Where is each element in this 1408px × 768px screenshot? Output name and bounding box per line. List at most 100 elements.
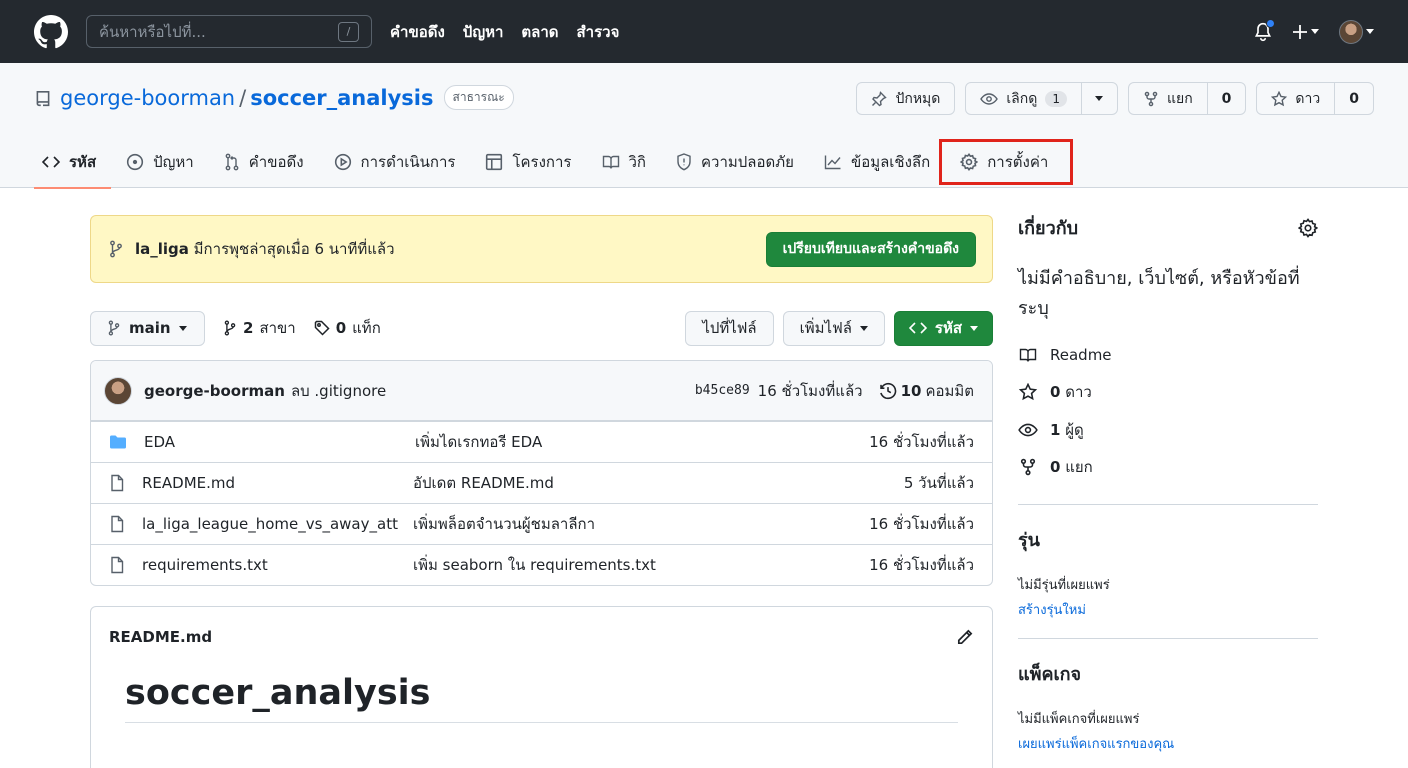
branch-select[interactable]: main bbox=[90, 310, 205, 346]
play-icon bbox=[334, 153, 351, 171]
about-settings-button[interactable] bbox=[1298, 217, 1318, 238]
file-commit-message[interactable]: เพิ่มพล็อตจำนวนผู้ชมลาลีกา bbox=[413, 512, 595, 536]
github-logo-icon[interactable] bbox=[34, 14, 68, 49]
file-commit-time: 16 ชั่วโมงที่แล้ว bbox=[869, 433, 974, 451]
chevron-down-icon bbox=[178, 325, 187, 331]
fork-segment: แยก bbox=[1129, 83, 1207, 114]
file-name[interactable]: la_liga_league_home_vs_away_att... bbox=[142, 515, 399, 533]
gear-icon bbox=[960, 153, 979, 171]
file-actions: ไปที่ไฟล์ เพิ่มไฟล์ รหัส bbox=[685, 310, 993, 346]
add-file-label: เพิ่มไฟล์ bbox=[799, 319, 852, 337]
code-button-label: รหัส bbox=[934, 319, 962, 337]
repo-owner-link[interactable]: george-boorman bbox=[60, 86, 235, 110]
nav-pull-requests[interactable]: คำขอดึง bbox=[390, 20, 445, 44]
avatar bbox=[1339, 19, 1363, 44]
tab-wiki[interactable]: วิกิ bbox=[587, 136, 662, 188]
watch-segment: เลิกดู 1 bbox=[966, 83, 1081, 114]
branches-link[interactable]: 2 สาขา bbox=[223, 316, 296, 340]
commit-author[interactable]: george-boorman bbox=[144, 382, 285, 400]
star-icon bbox=[1271, 90, 1288, 106]
compare-pull-request-button[interactable]: เปรียบเทียบและสร้างคำขอดึง bbox=[765, 231, 976, 267]
star-button[interactable]: ดาว 0 bbox=[1256, 82, 1374, 115]
readme-link[interactable]: Readme bbox=[1018, 336, 1318, 374]
tab-code[interactable]: รหัส bbox=[34, 136, 112, 189]
tab-projects[interactable]: โครงการ bbox=[470, 136, 586, 188]
go-to-file-button[interactable]: ไปที่ไฟล์ bbox=[685, 310, 774, 346]
file-commit-time: 5 วันที่แล้ว bbox=[903, 474, 974, 492]
watch-dropdown[interactable] bbox=[1080, 83, 1117, 114]
issue-icon bbox=[127, 153, 144, 171]
pin-label: ปักหมุด bbox=[895, 90, 941, 107]
notifications-button[interactable] bbox=[1254, 18, 1275, 42]
about-description: ไม่มีคำอธิบาย, เว็บไซต์, หรือหัวข้อที่ระ… bbox=[1018, 268, 1300, 319]
table-row[interactable]: README.md อัปเดต README.md 5 วันที่แล้ว bbox=[91, 462, 992, 503]
releases-title[interactable]: รุ่น bbox=[1018, 525, 1318, 554]
file-commit-message[interactable]: เพิ่ม seaborn ใน requirements.txt bbox=[413, 553, 656, 577]
stars-link[interactable]: 0 ดาว bbox=[1018, 374, 1318, 412]
eye-icon bbox=[980, 92, 999, 105]
avatar[interactable] bbox=[104, 376, 132, 405]
watchers-link[interactable]: 1 ผู้ดู bbox=[1018, 411, 1318, 449]
user-menu-button[interactable] bbox=[1339, 19, 1374, 44]
table-row[interactable]: la_liga_league_home_vs_away_att... เพิ่ม… bbox=[91, 503, 992, 544]
tab-insights[interactable]: ข้อมูลเชิงลึก bbox=[809, 136, 945, 188]
repo-title: george-boorman / soccer_analysis สาธารณะ bbox=[34, 85, 514, 110]
tab-security[interactable]: ความปลอดภัย bbox=[661, 136, 809, 188]
pin-button[interactable]: ปักหมุด bbox=[856, 82, 956, 115]
table-row[interactable]: EDA เพิ่มไดเรกทอรี EDA 16 ชั่วโมงที่แล้ว bbox=[91, 421, 992, 462]
forks-link[interactable]: 0 แยก bbox=[1018, 449, 1318, 487]
tab-pull-requests[interactable]: คำขอดึง bbox=[209, 136, 319, 188]
commit-history-link[interactable]: 10 คอมมิต bbox=[879, 379, 974, 403]
nav-issues[interactable]: ปัญหา bbox=[463, 20, 504, 44]
table-row[interactable]: requirements.txt เพิ่ม seaborn ใน requir… bbox=[91, 544, 992, 585]
file-name[interactable]: README.md bbox=[142, 474, 399, 492]
tab-actions[interactable]: การดำเนินการ bbox=[319, 136, 471, 188]
create-release-link[interactable]: สร้างรุ่นใหม่ bbox=[1018, 599, 1318, 620]
watchers-label: ผู้ดู bbox=[1065, 420, 1084, 439]
search-input[interactable]: ค้นหาหรือไปที่... / bbox=[86, 15, 372, 48]
fork-button[interactable]: แยก 0 bbox=[1127, 82, 1247, 115]
stars-label: ดาว bbox=[1065, 383, 1092, 402]
file-commit-time: 16 ชั่วโมงที่แล้ว bbox=[869, 556, 974, 574]
tab-issues[interactable]: ปัญหา bbox=[111, 136, 209, 188]
packages-title[interactable]: แพ็คเกจ bbox=[1018, 659, 1318, 688]
divider bbox=[1018, 504, 1318, 505]
file-name[interactable]: requirements.txt bbox=[142, 556, 399, 574]
go-to-file-label: ไปที่ไฟล์ bbox=[702, 319, 757, 337]
file-commit-message[interactable]: อัปเดต README.md bbox=[413, 471, 554, 495]
repo-path-separator: / bbox=[239, 85, 247, 110]
tags-count: 0 bbox=[335, 319, 347, 337]
banner-branch[interactable]: la_liga bbox=[135, 240, 189, 258]
forks-count: 0 bbox=[1050, 458, 1061, 477]
edit-readme-button[interactable] bbox=[956, 628, 974, 646]
repo-name-link[interactable]: soccer_analysis bbox=[250, 86, 433, 110]
file-commit-message[interactable]: เพิ่มไดเรกทอรี EDA bbox=[415, 430, 542, 454]
add-file-button[interactable]: เพิ่มไฟล์ bbox=[782, 310, 885, 346]
file-name[interactable]: EDA bbox=[144, 433, 401, 451]
banner-message: มีการพุชล่าสุดเมื่อ 6 นาทีที่แล้ว bbox=[188, 240, 395, 258]
commit-message[interactable]: ลบ .gitignore bbox=[291, 379, 386, 403]
nav-marketplace[interactable]: ตลาด bbox=[521, 20, 558, 44]
pin-icon bbox=[872, 90, 888, 106]
tags-link[interactable]: 0 แท็ก bbox=[314, 316, 381, 340]
watch-label: เลิกดู bbox=[1006, 90, 1038, 107]
banner-text: la_liga มีการพุชล่าสุดเมื่อ 6 นาทีที่แล้… bbox=[135, 237, 395, 261]
commit-sha[interactable]: b45ce89 bbox=[695, 383, 750, 398]
code-button[interactable]: รหัส bbox=[893, 310, 993, 346]
star-count: 0 bbox=[1334, 83, 1373, 114]
publish-package-link[interactable]: เผยแพร่แพ็คเกจแรกของคุณ bbox=[1018, 733, 1318, 754]
repo-icon bbox=[36, 90, 50, 106]
file-icon bbox=[111, 515, 124, 533]
nav-explore[interactable]: สำรวจ bbox=[577, 20, 620, 44]
watch-button[interactable]: เลิกดู 1 bbox=[965, 82, 1118, 115]
branches-count: 2 bbox=[243, 319, 254, 337]
tab-settings[interactable]: การตั้งค่า bbox=[939, 136, 1074, 188]
create-new-button[interactable] bbox=[1292, 24, 1319, 40]
readme-header: README.md bbox=[91, 607, 992, 667]
chevron-down-icon bbox=[859, 325, 868, 331]
global-header: ค้นหาหรือไปที่... / คำขอดึง ปัญหา ตลาด ส… bbox=[0, 0, 1408, 63]
fork-icon bbox=[1144, 91, 1158, 106]
readme-filename[interactable]: README.md bbox=[109, 628, 212, 646]
tab-projects-label: โครงการ bbox=[512, 153, 572, 171]
file-commit-time: 16 ชั่วโมงที่แล้ว bbox=[869, 515, 974, 533]
